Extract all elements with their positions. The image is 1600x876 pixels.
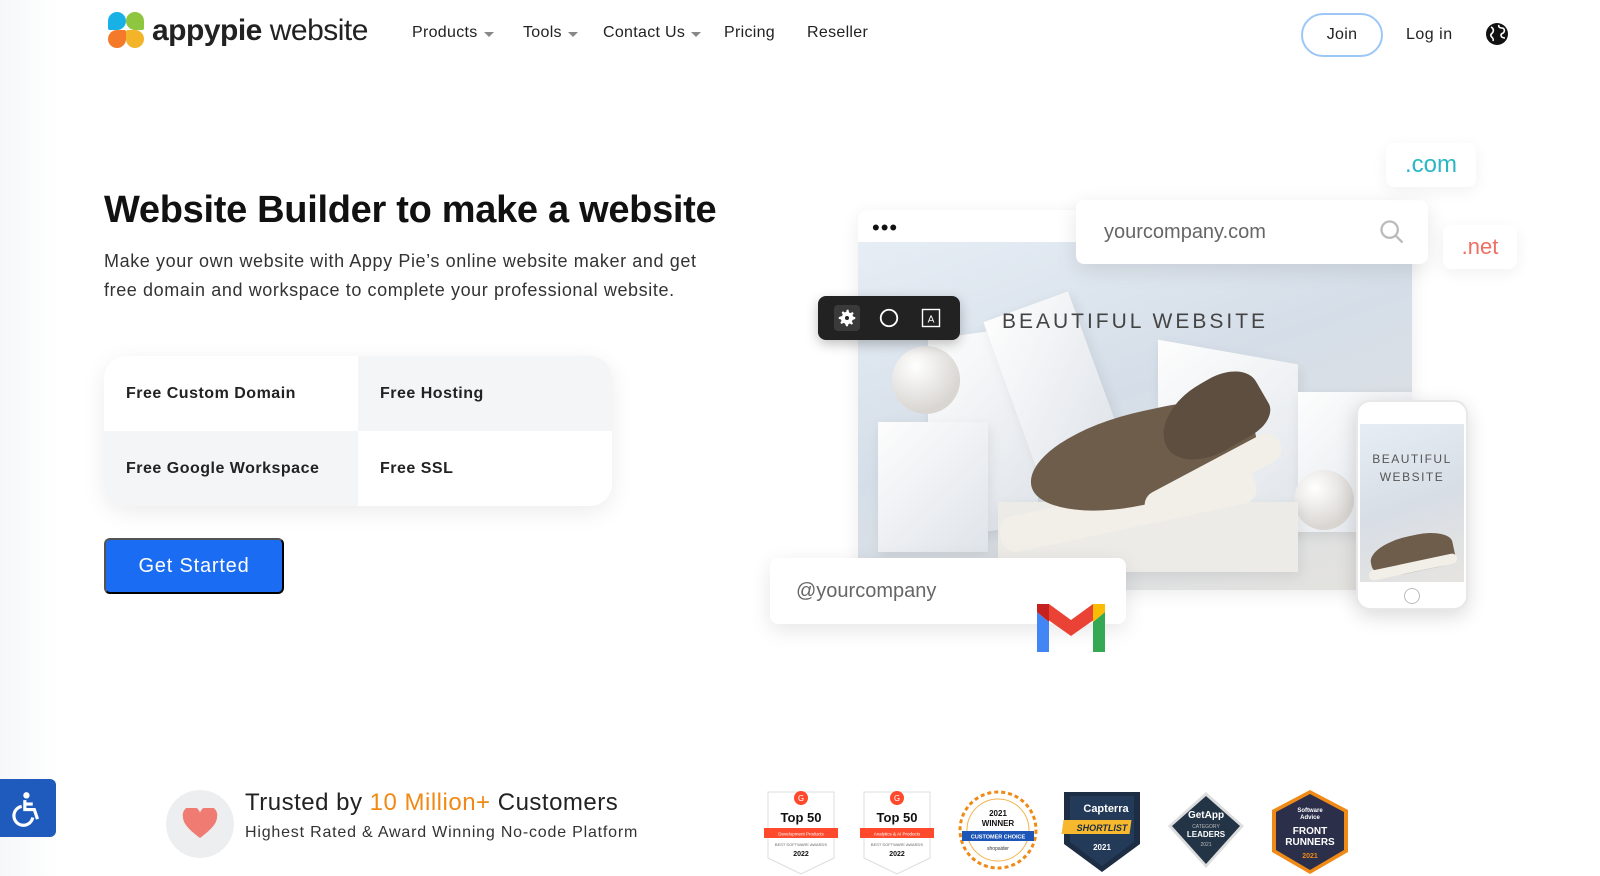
phone-notch <box>1396 412 1426 416</box>
product-scene-image: BEAUTIFUL WEBSITE <box>858 242 1412 590</box>
main-nav: Products Tools Contact Us Pricing Resell… <box>412 24 868 42</box>
badge-text: 2021 <box>1200 842 1211 848</box>
badge-text: BEST SOFTWARE AWARDS <box>871 842 923 847</box>
capterra-shortlist-badge: Capterra SHORTLIST 2021 <box>1061 792 1140 872</box>
circle-icon[interactable] <box>876 305 902 331</box>
nav-contact-us-label: Contact Us <box>603 24 686 41</box>
g2-top50-analytics-badge: G Top 50 Analytics & AI Products BEST SO… <box>860 791 934 875</box>
badge-text: Advice <box>1300 815 1320 821</box>
gmail-icon <box>1037 604 1105 652</box>
nav-products-label: Products <box>412 24 478 41</box>
badge-text: 2022 <box>889 851 905 858</box>
wheelchair-icon <box>12 792 40 827</box>
browser-dots-icon: ••• <box>872 215 899 240</box>
heart-badge <box>166 790 234 858</box>
trust-title-suffix: Customers <box>490 789 619 816</box>
badge-text: LEADERS <box>1187 830 1226 839</box>
heart-icon <box>182 808 218 838</box>
nav-reseller[interactable]: Reseller <box>807 24 868 42</box>
logo-text: appypie website <box>152 14 368 48</box>
badge-text: 2021 <box>1093 843 1111 852</box>
award-badges: G Top 50 Development Products BEST SOFTW… <box>764 788 1364 876</box>
nav-pricing-label: Pricing <box>724 24 776 41</box>
chevron-down-icon <box>483 32 494 37</box>
trust-title-prefix: Trusted by <box>245 789 370 816</box>
editor-toolbar: A <box>818 296 960 340</box>
tld-com-badge: .com <box>1386 143 1476 187</box>
login-link[interactable]: Log in <box>1406 26 1453 44</box>
badge-text: BEST SOFTWARE AWARDS <box>775 842 827 847</box>
nav-pricing[interactable]: Pricing <box>724 24 775 42</box>
nav-tools-label: Tools <box>523 24 562 41</box>
feature-item: Free Custom Domain <box>126 384 296 402</box>
badge-text: WINNER <box>982 819 1015 828</box>
badge-text: Analytics & AI Products <box>874 832 921 837</box>
badge-text: 2021 <box>1302 853 1318 860</box>
badge-text: Top 50 <box>781 810 822 825</box>
phone-label-line1: BEAUTIFUL <box>1372 452 1452 466</box>
badge-text: 2021 <box>989 809 1007 818</box>
join-button[interactable]: Join <box>1301 13 1383 57</box>
software-advice-badge: Software Advice FRONT RUNNERS 2021 <box>1272 790 1348 874</box>
badge-text: 2022 <box>793 851 809 858</box>
phone-label: BEAUTIFUL WEBSITE <box>1360 450 1464 486</box>
phone-screen: BEAUTIFUL WEBSITE <box>1360 424 1464 582</box>
badge-text: SHORTLIST <box>1077 823 1129 833</box>
nav-tools[interactable]: Tools <box>523 24 578 42</box>
tld-net-badge: .net <box>1443 225 1517 269</box>
badge-text: Capterra <box>1083 803 1129 815</box>
logo-brand: appypie <box>152 14 262 47</box>
search-icon[interactable] <box>1378 218 1406 246</box>
features-card: Free Custom Domain Free Hosting Free Goo… <box>104 356 612 506</box>
feature-item: Free Google Workspace <box>104 431 358 506</box>
trust-title-highlight: 10 Million+ <box>369 789 491 816</box>
badge-text: GetApp <box>1188 810 1224 821</box>
trust-subtitle: Highest Rated & Award Winning No-code Pl… <box>245 824 639 841</box>
nav-contact-us[interactable]: Contact Us <box>603 24 703 42</box>
page: appypie website Products Tools Contact U… <box>0 0 1600 876</box>
feature-item: Free Hosting <box>358 356 612 431</box>
badge-text: Top 50 <box>877 810 918 825</box>
badge-text: RUNNERS <box>1285 837 1335 848</box>
svg-text:G: G <box>894 794 900 803</box>
logo[interactable]: appypie website <box>108 12 368 50</box>
text-icon[interactable]: A <box>918 305 944 331</box>
domain-search-input[interactable]: yourcompany.com <box>1076 200 1428 264</box>
getapp-leaders-badge: GetApp CATEGORY LEADERS 2021 <box>1168 792 1244 868</box>
chevron-down-icon <box>567 32 578 37</box>
feature-item: Free SSL <box>380 459 454 477</box>
gear-icon[interactable] <box>834 305 860 331</box>
nav-reseller-label: Reseller <box>807 24 869 41</box>
email-handle-text: @yourcompany <box>796 579 937 602</box>
globe-icon[interactable] <box>1485 22 1509 46</box>
phone-home-button <box>1404 588 1420 604</box>
badge-text: Software <box>1297 808 1323 814</box>
domain-search-text: yourcompany.com <box>1104 220 1266 243</box>
trust-title: Trusted by 10 Million+ Customers <box>245 789 618 817</box>
customer-choice-badge: 2021 WINNER CUSTOMER CHOICE shopaider <box>958 790 1038 870</box>
appypie-logo-icon <box>108 12 146 50</box>
badge-text: FRONT <box>1293 826 1327 837</box>
chevron-down-icon <box>691 32 702 37</box>
phone-label-line2: WEBSITE <box>1379 470 1445 484</box>
g2-top50-dev-badge: G Top 50 Development Products BEST SOFTW… <box>764 791 838 875</box>
phone-mockup: BEAUTIFUL WEBSITE <box>1356 400 1468 610</box>
accessibility-button[interactable] <box>0 779 56 837</box>
hero-description: Make your own website with Appy Pie’s on… <box>104 251 697 300</box>
page-title: Website Builder to make a website <box>104 189 717 231</box>
browser-mockup: ••• BEAUTIFUL WEBSITE <box>858 210 1412 590</box>
get-started-button[interactable]: Get Started <box>104 538 284 594</box>
svg-text:A: A <box>928 315 935 326</box>
badge-text: shopaider <box>987 846 1009 852</box>
badge-text: CUSTOMER CHOICE <box>971 835 1026 841</box>
nav-products[interactable]: Products <box>412 24 494 42</box>
badge-text: Development Products <box>778 832 824 837</box>
svg-text:G: G <box>798 794 804 803</box>
logo-product: website <box>269 14 369 47</box>
